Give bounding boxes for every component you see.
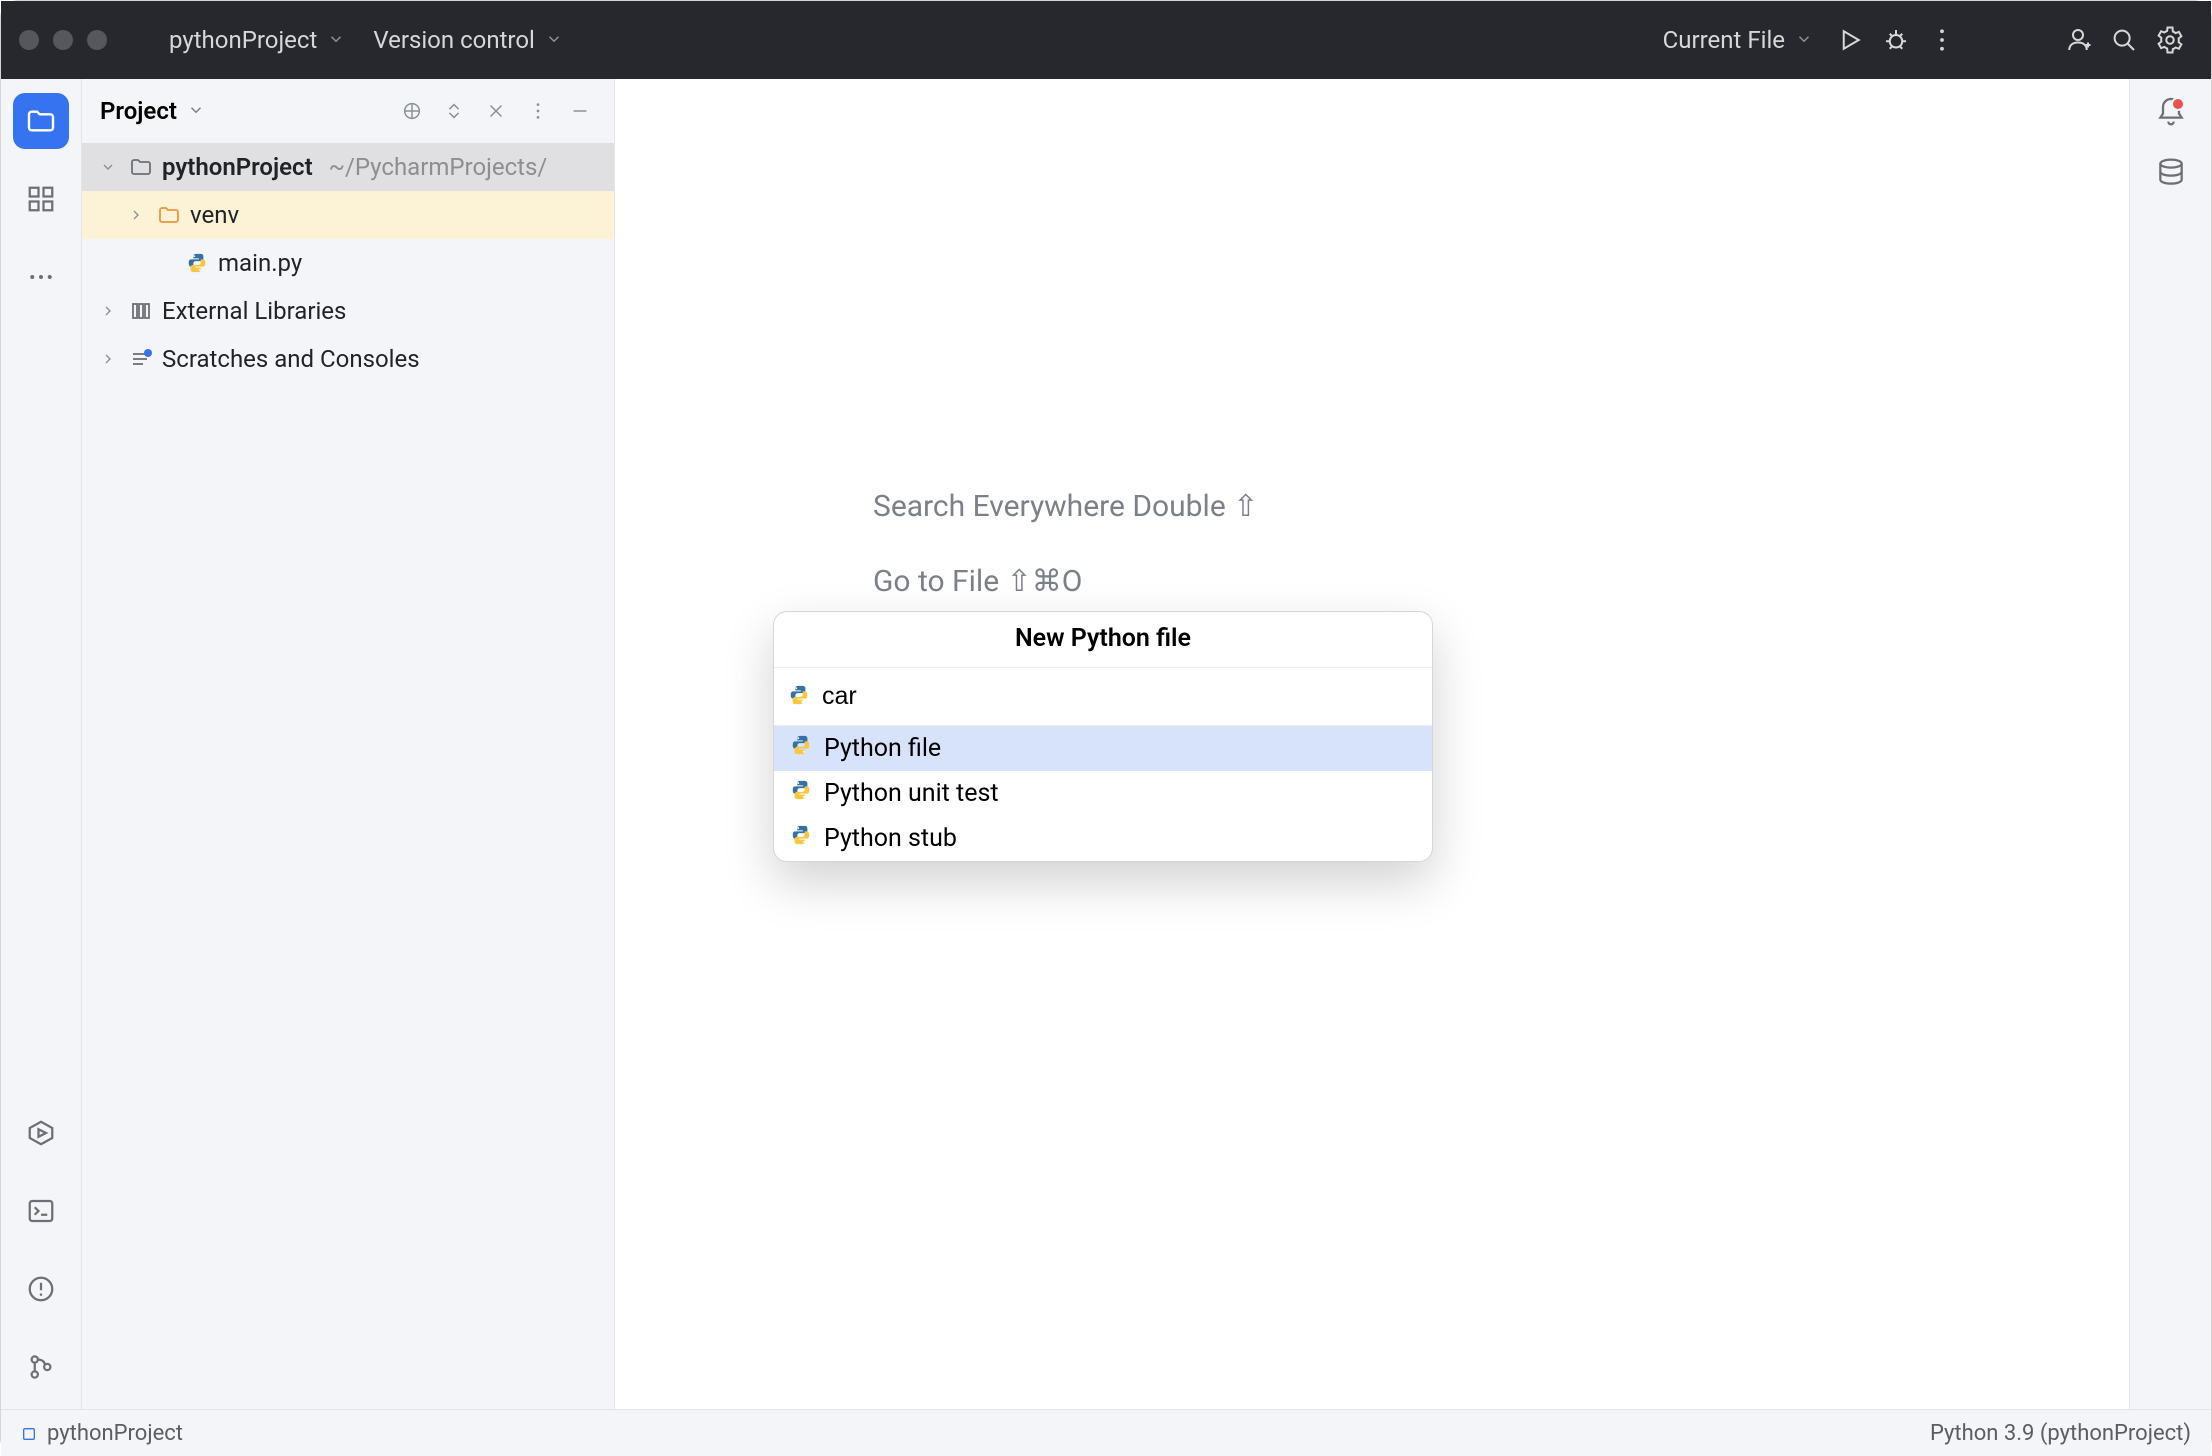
tree-root-path: ~/PycharmProjects/	[329, 153, 548, 181]
minimize-window[interactable]	[53, 30, 73, 50]
tree-root-row[interactable]: pythonProject ~/PycharmProjects/	[82, 143, 614, 191]
chevron-down-icon	[1795, 26, 1813, 54]
hide-panel-button[interactable]	[564, 95, 596, 127]
project-panel: Project	[82, 79, 615, 1409]
panel-options-button[interactable]	[522, 95, 554, 127]
chevron-down-icon	[545, 26, 563, 54]
run-button[interactable]	[1827, 17, 1873, 63]
code-with-me-button[interactable]	[2055, 17, 2101, 63]
python-file-icon	[184, 252, 210, 274]
tree-item-mainpy[interactable]: main.py	[82, 239, 614, 287]
popup-option-python-stub[interactable]: Python stub	[774, 816, 1432, 861]
python-file-icon	[790, 824, 812, 853]
editor-hints: Search Everywhere Double ⇧ Go to File ⇧⌘…	[873, 489, 1258, 599]
hint-search-everywhere: Search Everywhere Double ⇧	[873, 489, 1258, 524]
folder-icon	[156, 203, 182, 227]
more-tools-button[interactable]	[13, 249, 69, 305]
tree-item-label: Scratches and Consoles	[162, 345, 420, 373]
chevron-right-icon[interactable]	[96, 303, 120, 319]
chevron-down-icon	[327, 26, 345, 54]
popup-title: New Python file	[774, 612, 1432, 667]
tree-item-label: External Libraries	[162, 297, 346, 325]
left-tool-rail	[1, 79, 82, 1409]
project-panel-title: Project	[100, 97, 177, 125]
chevron-down-icon[interactable]	[187, 97, 205, 125]
status-module-label: pythonProject	[47, 1421, 183, 1446]
notifications-button[interactable]	[2155, 95, 2187, 131]
tree-item-label: venv	[190, 201, 239, 229]
tree-root-name: pythonProject	[162, 153, 313, 181]
popup-option-label: Python unit test	[824, 779, 999, 808]
popup-option-label: Python file	[824, 734, 941, 763]
chevron-down-icon[interactable]	[96, 159, 120, 175]
folder-icon	[128, 155, 154, 179]
filename-input[interactable]	[822, 676, 1418, 717]
new-file-popup: New Python file Python file	[773, 611, 1433, 862]
tree-item-scratches[interactable]: Scratches and Consoles	[82, 335, 614, 383]
problems-tool-button[interactable]	[13, 1261, 69, 1317]
python-file-icon	[788, 684, 810, 710]
close-window[interactable]	[19, 30, 39, 50]
settings-button[interactable]	[2147, 17, 2193, 63]
project-selector-label: pythonProject	[169, 26, 317, 54]
scratches-icon	[128, 347, 154, 371]
notification-indicator	[2171, 97, 2185, 111]
git-tool-button[interactable]	[13, 1339, 69, 1395]
project-selector[interactable]: pythonProject	[155, 26, 359, 54]
select-opened-file-button[interactable]	[396, 95, 428, 127]
vcs-label: Version control	[373, 26, 535, 54]
tree-item-venv[interactable]: venv	[82, 191, 614, 239]
hint-goto-file: Go to File ⇧⌘O	[873, 564, 1258, 599]
tree-item-label: main.py	[218, 249, 302, 277]
structure-tool-button[interactable]	[13, 171, 69, 227]
project-panel-header: Project	[82, 79, 614, 143]
chevron-right-icon[interactable]	[96, 351, 120, 367]
popup-option-python-unit-test[interactable]: Python unit test	[774, 771, 1432, 816]
chevron-right-icon[interactable]	[124, 207, 148, 223]
services-tool-button[interactable]	[13, 1105, 69, 1161]
python-file-icon	[790, 779, 812, 808]
right-tool-rail	[2129, 79, 2211, 1409]
editor-area: Search Everywhere Double ⇧ Go to File ⇧⌘…	[615, 79, 2129, 1409]
status-module[interactable]: pythonProject	[21, 1421, 183, 1446]
tree-item-external-libraries[interactable]: External Libraries	[82, 287, 614, 335]
database-tool-button[interactable]	[2155, 157, 2187, 193]
terminal-tool-button[interactable]	[13, 1183, 69, 1239]
popup-option-python-file[interactable]: Python file	[774, 726, 1432, 771]
expand-collapse-button[interactable]	[438, 95, 470, 127]
python-file-icon	[790, 734, 812, 763]
window-controls[interactable]	[19, 30, 107, 50]
close-panel-button[interactable]	[480, 95, 512, 127]
status-interpreter[interactable]: Python 3.9 (pythonProject)	[1930, 1421, 2191, 1446]
library-icon	[128, 299, 154, 323]
status-bar: pythonProject Python 3.9 (pythonProject)	[1, 1409, 2211, 1456]
run-config-label: Current File	[1663, 26, 1785, 54]
project-tool-button[interactable]	[13, 93, 69, 149]
more-actions-button[interactable]	[1919, 17, 1965, 63]
popup-options-list: Python file Python unit test Python stub	[774, 726, 1432, 861]
maximize-window[interactable]	[87, 30, 107, 50]
popup-input-row	[774, 667, 1432, 726]
titlebar: pythonProject Version control Current Fi…	[1, 1, 2211, 79]
search-button[interactable]	[2101, 17, 2147, 63]
run-config-selector[interactable]: Current File	[1649, 26, 1827, 54]
debug-button[interactable]	[1873, 17, 1919, 63]
popup-option-label: Python stub	[824, 824, 957, 853]
vcs-selector[interactable]: Version control	[359, 26, 577, 54]
project-tree[interactable]: pythonProject ~/PycharmProjects/ venv ma…	[82, 143, 614, 383]
